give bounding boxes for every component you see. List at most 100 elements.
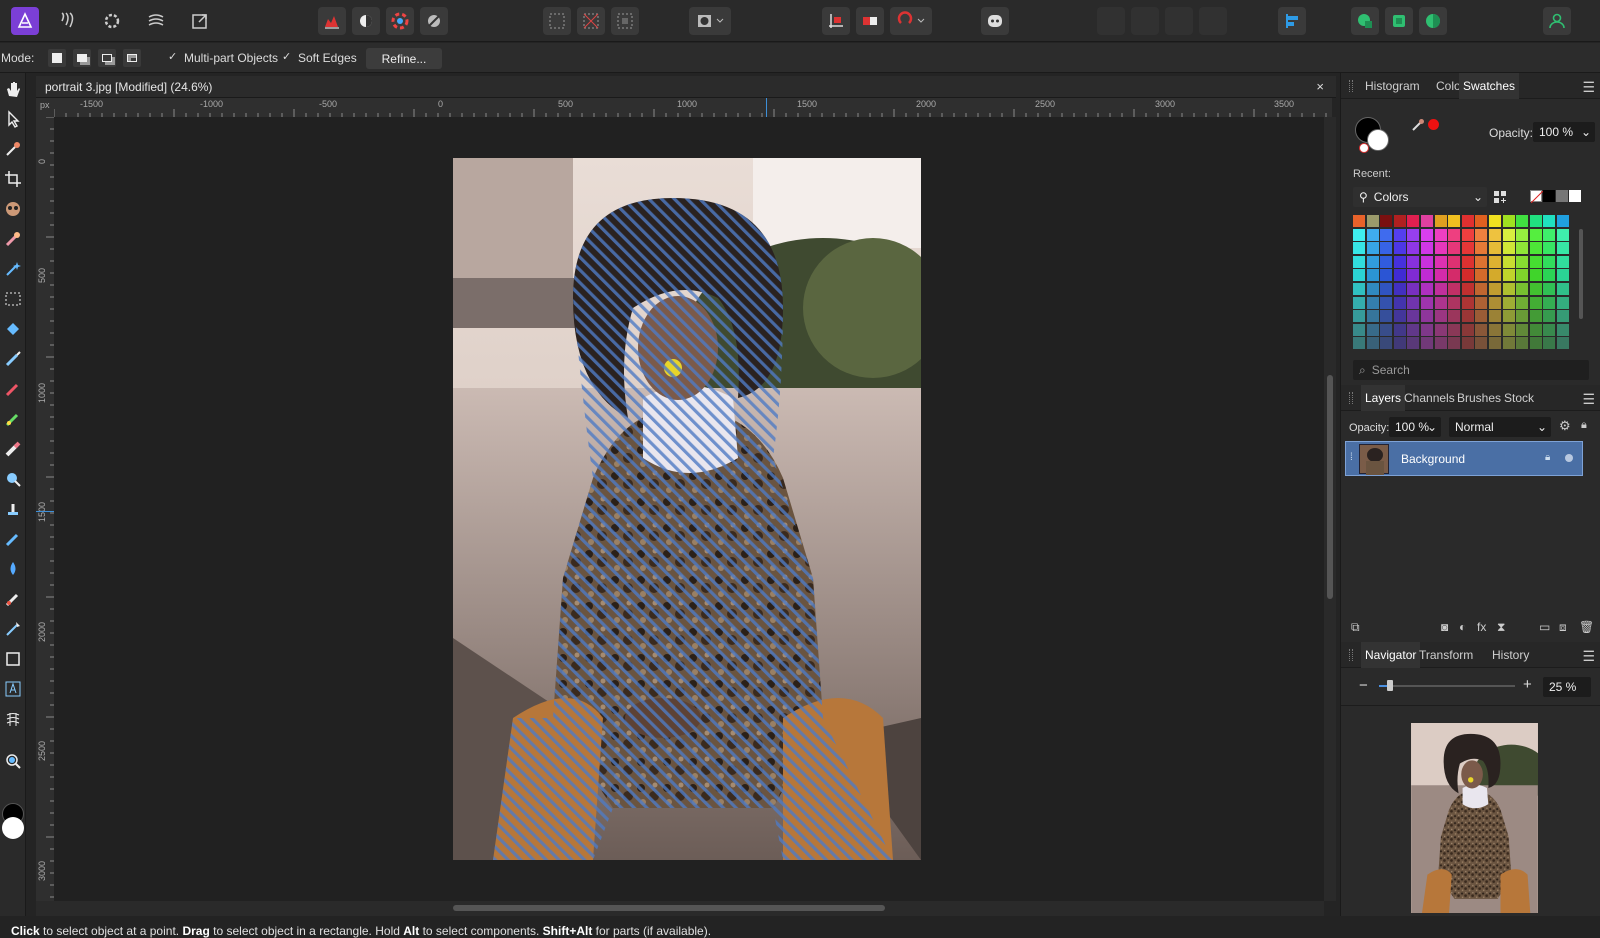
color-swatch[interactable] — [1448, 310, 1461, 323]
color-swatch[interactable] — [1366, 255, 1379, 268]
color-swatch[interactable] — [1353, 283, 1365, 295]
arrange-forward-icon[interactable] — [1165, 7, 1193, 35]
color-swatch[interactable] — [1502, 228, 1515, 241]
color-swatch[interactable] — [1461, 283, 1474, 295]
color-swatch[interactable] — [1366, 215, 1379, 227]
color-swatch[interactable] — [1393, 283, 1406, 295]
export-persona-icon[interactable] — [186, 7, 214, 35]
color-swatch[interactable] — [1529, 228, 1542, 241]
color-swatch[interactable] — [1448, 296, 1461, 309]
color-swatch[interactable] — [1448, 269, 1461, 282]
color-swatch[interactable] — [1475, 310, 1488, 323]
color-swatch[interactable] — [1380, 337, 1393, 350]
layer-lock-icon[interactable]: 🔒︎ — [1545, 452, 1550, 463]
snapping-icon[interactable] — [1351, 7, 1379, 35]
color-swatch[interactable] — [1434, 283, 1447, 295]
refine-button[interactable]: Refine... — [366, 48, 442, 69]
color-swatch[interactable] — [1407, 323, 1420, 336]
zoom-slider-thumb[interactable] — [1386, 680, 1393, 691]
color-swatch[interactable] — [1434, 337, 1447, 350]
color-swatch[interactable] — [1516, 228, 1529, 241]
color-swatch[interactable] — [1489, 269, 1501, 282]
color-swatch[interactable] — [1380, 323, 1393, 336]
color-swatch[interactable] — [1366, 269, 1379, 282]
color-swatch[interactable] — [1475, 269, 1488, 282]
color-swatch[interactable] — [1475, 242, 1488, 255]
recent-gray-swatch[interactable] — [1556, 190, 1568, 202]
panel-grip-icon[interactable] — [1349, 392, 1353, 404]
color-swatch[interactable] — [1543, 255, 1556, 268]
color-swatch[interactable] — [1421, 242, 1433, 255]
live-filter-icon[interactable]: fx — [1477, 620, 1486, 634]
horizontal-scroll-thumb[interactable] — [453, 905, 885, 911]
color-swatch[interactable] — [1489, 296, 1501, 309]
color-swatch[interactable] — [1434, 255, 1447, 268]
color-replacement-tool-icon[interactable] — [3, 409, 23, 429]
color-swatch[interactable] — [1543, 215, 1556, 227]
color-swatch[interactable] — [1380, 228, 1393, 241]
color-swatch[interactable] — [1407, 310, 1420, 323]
color-swatch[interactable] — [1393, 310, 1406, 323]
color-swatch[interactable] — [1475, 255, 1488, 268]
auto-white-balance-icon[interactable] — [420, 7, 448, 35]
color-swatch[interactable] — [1475, 323, 1488, 336]
color-swatch[interactable] — [1543, 283, 1556, 295]
gear-icon[interactable]: ⚙ — [1559, 418, 1571, 434]
color-swatch[interactable] — [1461, 323, 1474, 336]
stroke-color-well[interactable] — [1367, 129, 1389, 151]
mask-layer-icon[interactable]: ◙ — [1441, 620, 1448, 634]
portrait-image[interactable] — [453, 158, 921, 860]
color-swatch[interactable] — [1353, 242, 1365, 255]
color-swatch[interactable] — [1461, 228, 1474, 241]
swatch-opacity-field[interactable]: 100 % ⌄ — [1533, 122, 1595, 142]
palette-grid-icon[interactable] — [1493, 190, 1507, 204]
blend-mode-select[interactable]: Normal ⌄ — [1449, 417, 1551, 437]
color-swatch[interactable] — [1407, 337, 1420, 350]
swatch-search-input[interactable]: ⌕ Search — [1353, 360, 1589, 380]
color-swatch[interactable] — [1353, 269, 1365, 282]
color-swatch[interactable] — [1434, 215, 1447, 227]
swatch-grid[interactable] — [1353, 215, 1571, 355]
mode-add-button[interactable] — [73, 49, 91, 67]
tab-navigator[interactable]: Navigator — [1361, 642, 1421, 668]
color-swatch[interactable] — [1516, 242, 1529, 255]
color-swatch[interactable] — [1393, 269, 1406, 282]
color-swatch[interactable] — [1502, 255, 1515, 268]
adjustment-layer-icon[interactable]: ◐ — [1459, 620, 1466, 634]
color-swatch[interactable] — [1421, 310, 1433, 323]
no-color-icon[interactable] — [1359, 143, 1369, 153]
crop-tool-icon[interactable] — [3, 169, 23, 189]
recent-white-swatch[interactable] — [1569, 190, 1581, 202]
color-swatch[interactable] — [1380, 269, 1393, 282]
color-swatch[interactable] — [1353, 337, 1365, 350]
selection-brush-tool-icon[interactable] — [3, 229, 23, 249]
color-swatch[interactable] — [1380, 242, 1393, 255]
color-swatch[interactable] — [1393, 255, 1406, 268]
clone-tool-icon[interactable] — [3, 499, 23, 519]
quick-mask-icon[interactable] — [689, 7, 731, 35]
color-swatch[interactable] — [1407, 215, 1420, 227]
invert-selection-icon[interactable] — [611, 7, 639, 35]
color-swatch[interactable] — [1461, 310, 1474, 323]
panel-menu-icon[interactable]: ☰ — [1582, 391, 1595, 408]
color-swatch[interactable] — [1475, 228, 1488, 241]
affinity-photo-logo-icon[interactable] — [11, 7, 39, 35]
color-swatch[interactable] — [1489, 310, 1501, 323]
color-swatch[interactable] — [1516, 296, 1529, 309]
pixel-tool-icon[interactable] — [3, 379, 23, 399]
color-swatch[interactable] — [1557, 296, 1569, 309]
smudge-tool-icon[interactable] — [3, 559, 23, 579]
color-swatch[interactable] — [1421, 337, 1433, 350]
color-swatch[interactable] — [1489, 242, 1501, 255]
arrange-back-icon[interactable] — [1097, 7, 1125, 35]
recent-black-swatch[interactable] — [1543, 190, 1555, 202]
color-swatch[interactable] — [1448, 337, 1461, 350]
color-swatch[interactable] — [1489, 337, 1501, 350]
color-swatch[interactable] — [1353, 215, 1365, 227]
zoom-slider[interactable] — [1379, 680, 1515, 691]
color-swatch[interactable] — [1353, 255, 1365, 268]
arrange-backward-icon[interactable] — [1131, 7, 1159, 35]
dodge-tool-icon[interactable] — [3, 469, 23, 489]
text-tool-icon[interactable] — [3, 679, 23, 699]
color-swatch[interactable] — [1543, 242, 1556, 255]
